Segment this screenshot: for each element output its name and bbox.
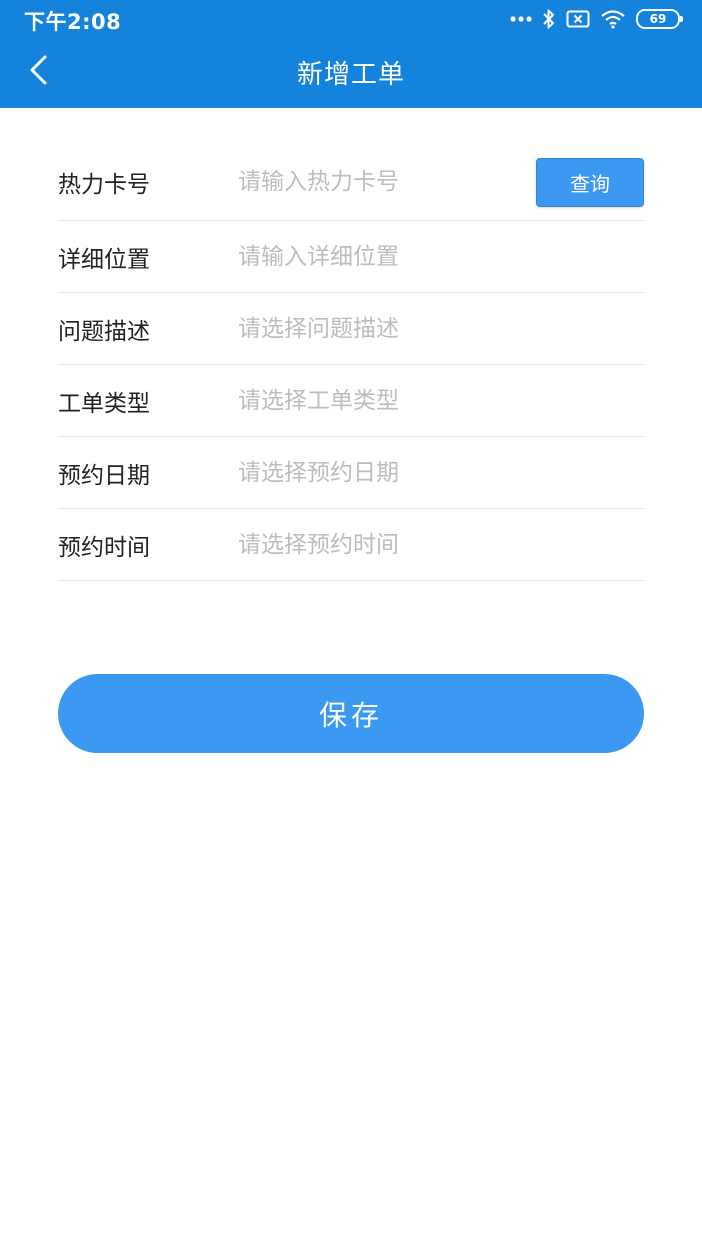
form-row-order-type: 工单类型	[58, 365, 644, 437]
bluetooth-icon	[542, 8, 556, 30]
more-dots-icon	[510, 15, 532, 23]
save-button[interactable]: 保存	[58, 674, 644, 753]
form-row-time: 预约时间	[58, 509, 644, 581]
heat-card-input[interactable]	[238, 162, 536, 202]
battery-icon: 69	[636, 9, 683, 29]
app-screen: 下午2:08 69 新增工单 热力卡号 请输入热力卡号 查询 详细位置 请输入详…	[0, 0, 702, 1248]
status-time: 下午2:08	[24, 10, 122, 34]
time-select[interactable]	[238, 524, 644, 565]
status-bar: 下午2:08 69	[0, 0, 702, 36]
app-bar: 新增工单	[0, 36, 702, 108]
time-label: 预约时间	[58, 534, 150, 561]
order-type-select[interactable]	[238, 380, 644, 421]
problem-select[interactable]	[238, 308, 644, 349]
form-row-heat-card: 热力卡号 查询	[58, 144, 644, 221]
query-button[interactable]: 查询	[536, 157, 644, 207]
sim-x-icon	[566, 9, 590, 29]
date-select[interactable]	[238, 452, 644, 493]
order-type-label: 工单类型	[58, 390, 150, 417]
status-icons: 69	[510, 7, 683, 31]
work-order-form: 热力卡号 查询 详细位置 问题描述 工单类型 预约日期 预约时间	[58, 144, 644, 581]
heat-card-label: 热力卡号	[58, 172, 150, 198]
location-input[interactable]	[238, 236, 644, 277]
date-label: 预约日期	[58, 462, 150, 489]
form-row-problem: 问题描述	[58, 293, 644, 365]
wifi-icon	[600, 9, 626, 29]
problem-label: 问题描述	[58, 318, 150, 345]
page-title: 新增工单	[296, 60, 405, 90]
location-label: 详细位置	[58, 246, 150, 273]
form-row-location: 详细位置	[58, 221, 644, 293]
form-row-date: 预约日期	[58, 437, 644, 509]
